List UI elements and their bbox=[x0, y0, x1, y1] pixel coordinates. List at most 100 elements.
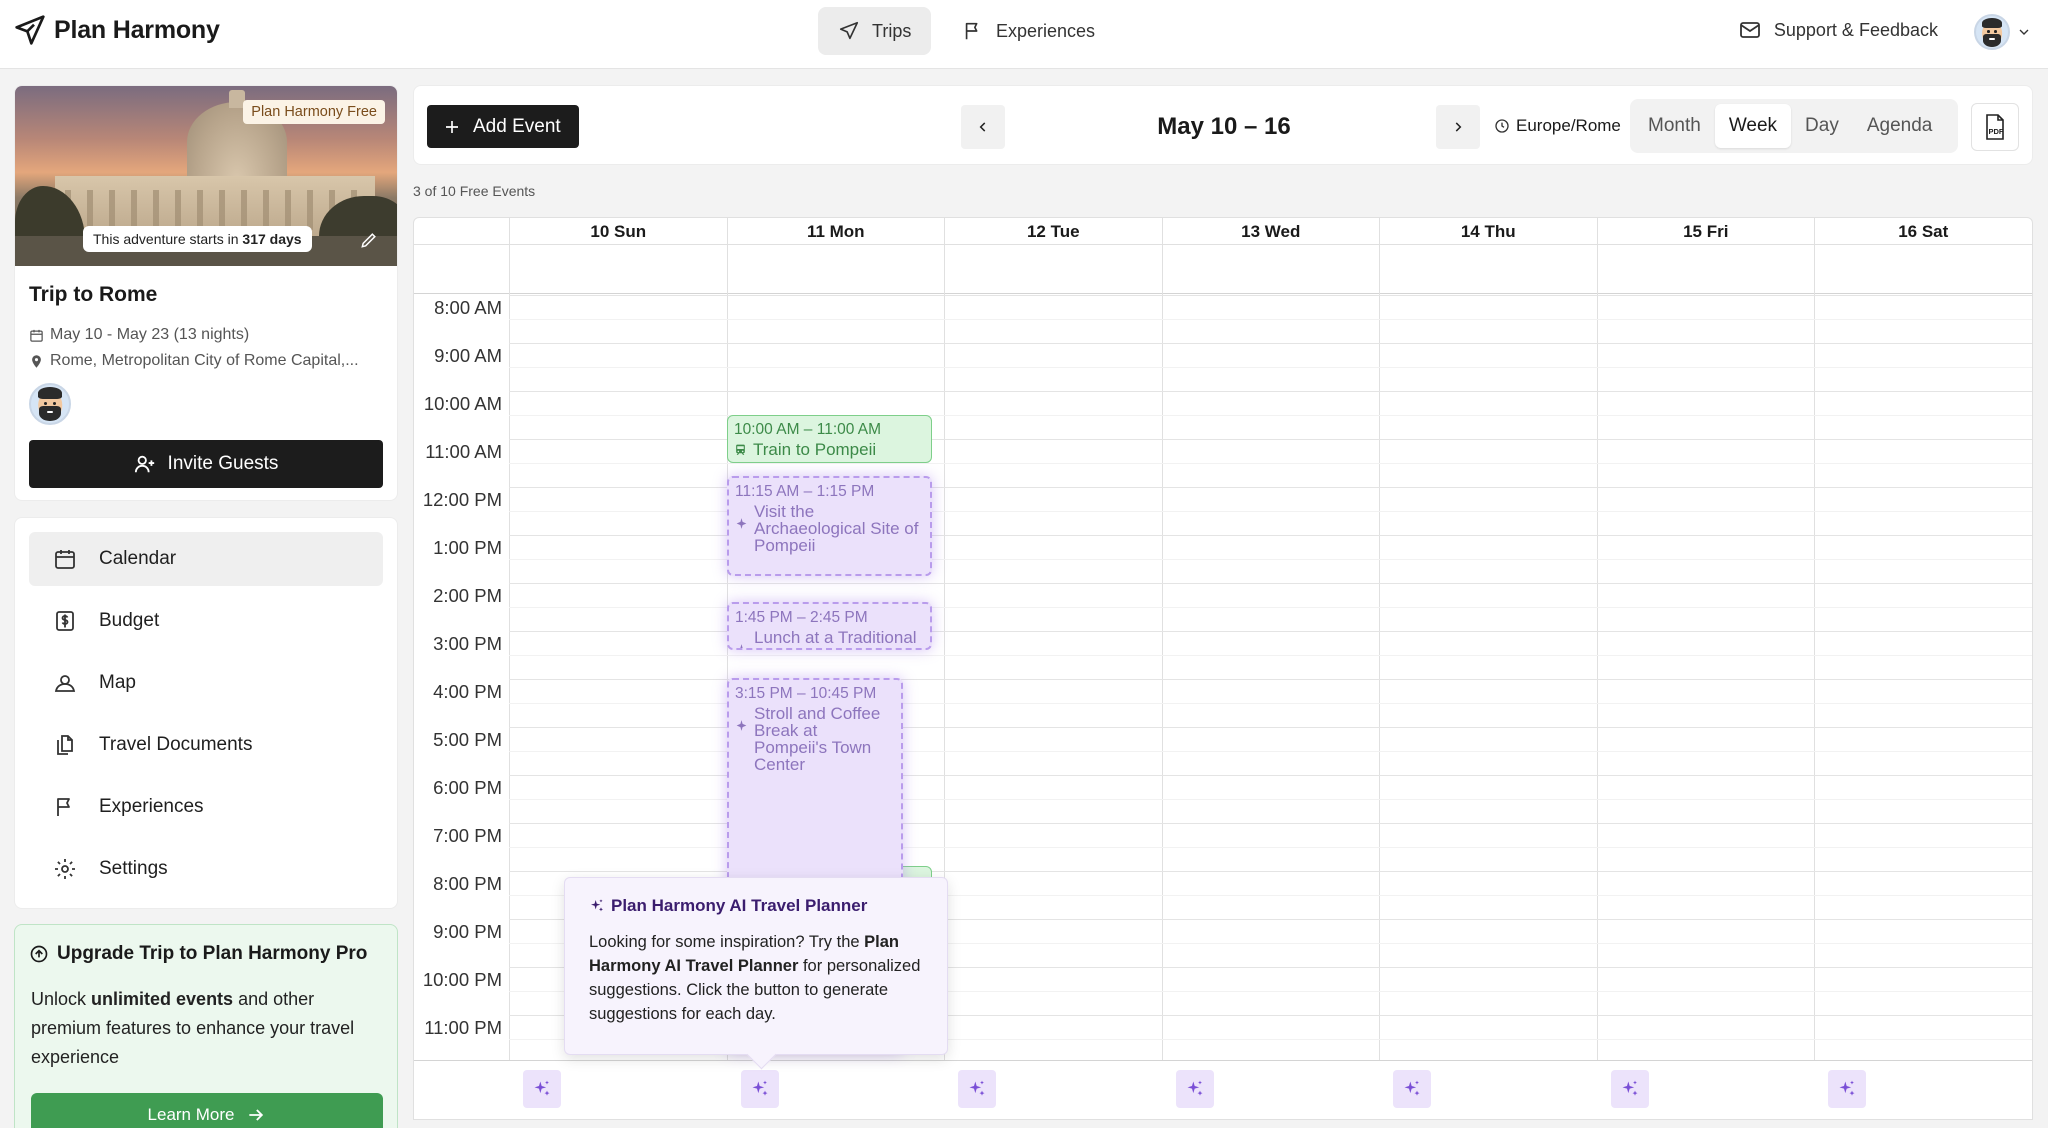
invite-guests-button[interactable]: Invite Guests bbox=[29, 440, 383, 488]
sidebar-item-calendar[interactable]: Calendar bbox=[29, 532, 383, 586]
sparkle-icon bbox=[752, 1080, 767, 1096]
tooltip-title: Plan Harmony AI Travel Planner bbox=[589, 896, 923, 916]
add-event-button[interactable]: Add Event bbox=[427, 105, 579, 148]
day-header[interactable]: 11 Mon bbox=[726, 218, 945, 244]
day-header[interactable]: 15 Fri bbox=[1596, 218, 1815, 244]
map-pin-icon bbox=[54, 675, 76, 692]
countdown-pill: This adventure starts in 317 days bbox=[83, 226, 312, 252]
view-day-button[interactable]: Day bbox=[1791, 104, 1853, 148]
day-column-divider bbox=[1379, 244, 1380, 1119]
calendar-icon bbox=[30, 329, 43, 342]
tooltip-title-text: Plan Harmony AI Travel Planner bbox=[611, 896, 868, 915]
event-visit-pompeii-site[interactable]: 11:15 AM – 1:15 PM Visit the Archaeologi… bbox=[727, 476, 932, 576]
view-week-button[interactable]: Week bbox=[1714, 104, 1792, 148]
date-range-label: May 10 – 16 bbox=[1157, 113, 1291, 140]
time-label: 5:00 PM bbox=[433, 729, 502, 750]
support-label: Support & Feedback bbox=[1773, 19, 1938, 40]
timezone-selector[interactable]: Europe/Rome bbox=[1494, 116, 1621, 136]
half-hour-line bbox=[509, 319, 2032, 320]
svg-text:PDF: PDF bbox=[1989, 127, 2004, 136]
sidebar-item-map[interactable]: Map bbox=[29, 656, 383, 710]
sidebar-item-label: Map bbox=[99, 672, 136, 693]
day-header[interactable]: 14 Thu bbox=[1379, 218, 1597, 244]
documents-icon bbox=[57, 735, 73, 755]
day-header[interactable]: 10 Sun bbox=[509, 218, 727, 244]
chevron-left-icon bbox=[979, 122, 986, 132]
arrow-up-circle-icon bbox=[30, 945, 48, 963]
sparkle-icon bbox=[736, 720, 747, 731]
pdf-icon: PDF bbox=[1986, 114, 2004, 140]
ai-suggest-button[interactable] bbox=[523, 1070, 561, 1108]
trip-location-text: Rome, Metropolitan City of Rome Capital,… bbox=[50, 352, 359, 369]
sidebar-item-travel-documents[interactable]: Travel Documents bbox=[29, 718, 383, 772]
previous-week-button[interactable] bbox=[961, 105, 1005, 149]
sidebar-item-label: Settings bbox=[99, 858, 168, 879]
sidebar-item-label: Calendar bbox=[99, 548, 177, 569]
sidebar-item-experiences[interactable]: Experiences bbox=[29, 780, 383, 834]
ai-suggest-button[interactable] bbox=[740, 1070, 779, 1108]
flag-icon bbox=[57, 798, 70, 816]
ai-suggest-button[interactable] bbox=[1393, 1070, 1431, 1108]
day-header[interactable]: 12 Tue bbox=[944, 218, 1162, 244]
sidebar-menu: Calendar Budget Map Travel Documents Exp… bbox=[14, 517, 398, 909]
upgrade-desc-prefix: Unlock bbox=[31, 989, 92, 1009]
upgrade-title: Upgrade Trip to Plan Harmony Pro bbox=[29, 943, 367, 965]
nav-tab-label: Trips bbox=[872, 20, 912, 41]
day-header[interactable]: 13 Wed bbox=[1161, 218, 1380, 244]
add-event-label: Add Event bbox=[473, 115, 561, 137]
trip-title: Trip to Rome bbox=[29, 283, 158, 306]
view-agenda-button[interactable]: Agenda bbox=[1853, 104, 1947, 148]
time-label: 12:00 PM bbox=[422, 489, 502, 510]
tooltip-body: Looking for some inspiration? Try the Pl… bbox=[589, 930, 923, 1026]
sparkle-icon bbox=[1187, 1080, 1202, 1096]
event-time: 1:45 PM – 2:45 PM bbox=[735, 609, 868, 626]
time-label: 11:00 AM bbox=[425, 441, 502, 462]
view-switcher: Month Week Day Agenda bbox=[1630, 99, 1958, 153]
event-title: Visit the Archaeological Site of Pompeii bbox=[754, 502, 919, 555]
learn-more-button[interactable]: Learn More bbox=[31, 1093, 383, 1128]
guest-avatar[interactable] bbox=[29, 383, 71, 425]
calendar-toolbar: Add Event May 10 – 16 Europe/Rome Month … bbox=[413, 85, 2033, 165]
trip-location: Rome, Metropolitan City of Rome Capital,… bbox=[29, 352, 389, 370]
sidebar-item-budget[interactable]: Budget bbox=[29, 594, 383, 648]
time-label: 9:00 PM bbox=[433, 921, 502, 942]
user-menu[interactable] bbox=[1974, 14, 2032, 50]
sparkle-icon bbox=[591, 899, 603, 912]
sidebar-item-label: Budget bbox=[99, 610, 160, 631]
gear-icon bbox=[55, 859, 75, 879]
event-title: Stroll and Coffee Break at Pompeii's Tow… bbox=[754, 704, 881, 774]
next-week-button[interactable] bbox=[1436, 105, 1480, 149]
day-column-divider bbox=[1814, 244, 1815, 1119]
free-events-counter: 3 of 10 Free Events bbox=[413, 183, 536, 199]
time-label: 8:00 AM bbox=[434, 297, 502, 318]
app-logo[interactable]: Plan Harmony bbox=[14, 14, 220, 46]
trip-cover-image: Plan Harmony Free This adventure starts … bbox=[15, 86, 397, 266]
event-train-to-pompeii[interactable]: 10:00 AM – 11:00 AM Train to Pompeii bbox=[727, 415, 932, 463]
event-time: 3:15 PM – 10:45 PM bbox=[735, 685, 877, 702]
sparkle-icon bbox=[736, 518, 747, 529]
sidebar-item-settings[interactable]: Settings bbox=[29, 842, 383, 896]
learn-more-label: Learn More bbox=[147, 1105, 235, 1124]
nav-tab-experiences[interactable]: Experiences bbox=[942, 7, 1115, 55]
countdown-value: 317 days bbox=[242, 231, 302, 247]
edit-pencil-icon[interactable] bbox=[359, 230, 379, 250]
event-lunch-osteria[interactable]: 1:45 PM – 2:45 PM Lunch at a Traditional… bbox=[727, 602, 932, 650]
day-header[interactable]: 16 Sat bbox=[1814, 218, 2032, 244]
time-label: 4:00 PM bbox=[433, 681, 502, 702]
day-column-divider bbox=[1596, 244, 1598, 1119]
arrow-right-icon bbox=[249, 1109, 264, 1121]
nav-tab-trips[interactable]: Trips bbox=[818, 7, 932, 55]
support-feedback-link[interactable]: Support & Feedback bbox=[1738, 18, 1938, 42]
export-pdf-button[interactable]: PDF bbox=[1971, 103, 2019, 151]
sparkle-icon bbox=[740, 644, 743, 648]
trip-dates-text: May 10 - May 23 (13 nights) bbox=[50, 326, 250, 343]
avatar bbox=[1974, 14, 2010, 50]
ai-suggest-button[interactable] bbox=[958, 1070, 996, 1108]
ai-suggest-button[interactable] bbox=[1175, 1070, 1214, 1108]
ai-planner-tooltip: Plan Harmony AI Travel Planner Looking f… bbox=[564, 877, 948, 1055]
upgrade-description: Unlock unlimited events and other premiu… bbox=[31, 985, 381, 1072]
ai-suggest-button[interactable] bbox=[1828, 1070, 1866, 1108]
view-month-button[interactable]: Month bbox=[1634, 104, 1715, 148]
ai-suggest-button[interactable] bbox=[1610, 1070, 1649, 1108]
globe-clock-icon bbox=[1495, 119, 1509, 133]
